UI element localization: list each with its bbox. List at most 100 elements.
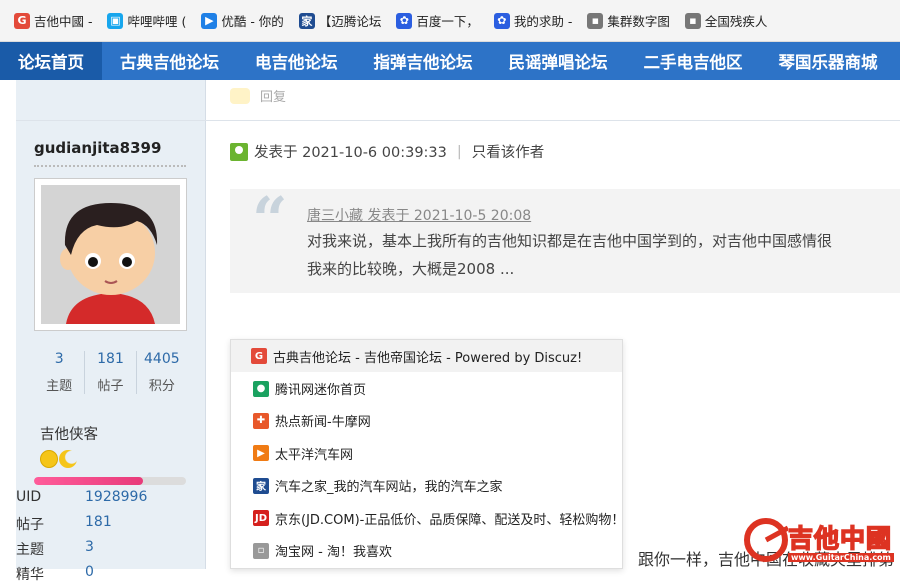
stat-value: 3 [54,351,64,367]
stat-value: 181 [97,351,124,367]
post-header: 发表于 2021-10-6 00:39:33 | 只看该作者 [230,141,544,162]
forum-nav: 论坛首页 古典吉他论坛 电吉他论坛 指弹吉他论坛 民谣弹唱论坛 二手电吉他区 琴国乐器商城 [0,42,900,80]
dropdown-item[interactable]: ▫ 淘宝网 - 淘！我喜欢 [231,534,622,566]
dropdown-item-label: 京东(JD.COM)-正品低价、品质保障、配送及时、轻松购物！ [275,512,623,528]
bookmark-item[interactable]: ▣ 哔哩哔哩 ( [101,7,195,35]
avatar[interactable] [34,178,187,331]
info-row: 精华 0 [16,564,94,584]
smiley-icon [40,450,58,468]
jd-icon: JD [253,510,269,527]
avatar-cartoon-icon [41,185,180,324]
pcauto-icon: ▶ [253,445,269,462]
rank-emoji [40,450,77,468]
post-time: 发表于 2021-10-6 00:39:33 [254,145,447,161]
info-key: 帖子 [16,517,44,533]
nav-item[interactable]: 古典吉他论坛 [102,42,237,80]
reply-icon [230,87,250,104]
baidu-paw-icon: ✿ [493,12,510,29]
dropdown-item-label: 腾讯网迷你首页 [275,383,367,399]
dropdown-item[interactable]: G 古典吉他论坛 - 吉他帝国论坛 - Powered by Discuz! [231,340,622,373]
bilibili-tv-icon: ▣ [107,12,124,29]
stat-label: 主题 [46,379,73,394]
dropdown-item-label: 太平洋汽车网 [275,447,354,463]
info-key: 主题 [16,542,44,558]
level-progress-fill [34,477,144,485]
author-username[interactable]: gudianjita8399 [34,139,161,157]
bookmark-label: 【迈腾论坛 [318,14,382,29]
nav-item[interactable]: 论坛首页 [0,42,102,80]
stat-value: 4405 [144,351,180,367]
dropdown-item[interactable]: JD 京东(JD.COM)-正品低价、品质保障、配送及时、轻松购物！ [231,502,622,534]
nav-item[interactable]: 指弹吉他论坛 [356,42,491,80]
tencent-icon: ● [253,380,269,397]
info-value[interactable]: 0 [85,564,94,584]
file-icon: ▪ [587,12,604,29]
watermark-url: www.GuitarChina.com [788,552,894,562]
quote-line: 我来的比较晚，大概是2008 ... [307,260,515,278]
only-author-link[interactable]: 只看该作者 [472,141,545,162]
guitar-icon: G [14,12,30,29]
divider [34,165,186,167]
info-row: 帖子 181 [16,514,112,534]
reply-button[interactable]: 回复 [230,86,286,105]
nav-item[interactable]: 琴国乐器商城 [761,42,896,80]
bookmarks-bar: G 吉他中國 - ▣ 哔哩哔哩 (▶ 优酷 - 你的家【迈腾论坛 ✿ 百度一下， ✿ 我的求助 … [0,0,900,42]
guitar-icon: G [251,348,267,365]
file-icon: ▫ [253,542,269,559]
info-row: 主题 3 [16,539,94,559]
guitar-logo-icon [744,518,788,562]
quote-block: “ 唐三小藏 发表于 2021-10-5 20:08 对我来说，基本上我所有的吉… [230,189,900,293]
nav-item[interactable]: 电吉他论坛 [237,42,356,80]
bookmark-item[interactable]: G 吉他中國 - [8,7,101,35]
stat-item[interactable]: 3 主题 [34,351,86,394]
dropdown-item[interactable]: 家汽车之家_我的汽车网站，我的汽车之家 [231,470,622,502]
bookmark-label: 集群数字图 [607,14,670,29]
info-key: 精华 [16,567,44,583]
bookmark-item[interactable]: ▶ 优酷 - 你的 [195,7,292,35]
dropdown-item[interactable]: ✚ 热点新闻-牛摩网 [231,405,622,437]
baidu-paw-icon: ✿ [396,12,413,29]
bookmark-item[interactable]: ✿ 我的求助 - [488,7,581,35]
info-key: UID [16,489,42,505]
stat-label: 积分 [148,379,175,394]
bookmark-item[interactable]: ▪ 集群数字图 [581,7,679,35]
user-rank: 吉他侠客 [40,427,98,443]
bookmark-label: 吉他中國 - [34,14,93,29]
reply-label: 回复 [260,90,287,105]
quote-icon: “ [252,189,288,256]
bookmark-label: 优酷 - 你的 [221,14,284,29]
separator: | [456,143,462,160]
autohome-icon: 家 [298,12,315,29]
watermark: 吉他中國 www.GuitarChina.com [744,518,894,562]
dropdown-item-label: 热点新闻-牛摩网 [275,415,371,431]
author-stats: 3 主题 181 帖子 4405 积分 [34,351,187,394]
dropdown-item-label: 汽车之家_我的汽车网站，我的汽车之家 [275,480,503,496]
nav-item[interactable]: 二手电吉他区 [626,42,761,80]
bookmark-label: 哔哩哔哩 ( [127,14,187,29]
level-progress-bar [34,477,186,485]
dropdown-item[interactable]: ▶ 太平洋汽车网 [231,437,622,469]
bookmark-item[interactable]: 家【迈腾论坛 [293,7,391,35]
stat-item[interactable]: 4405 积分 [137,351,187,394]
bookmark-label: 全国残疾人 [704,14,768,29]
dropdown-item[interactable]: ● 腾讯网迷你首页 [231,372,622,404]
bookmark-label: 我的求助 - [513,14,573,29]
info-value[interactable]: 181 [85,514,112,534]
bookmark-item[interactable]: ✿ 百度一下， [390,7,488,35]
divider [16,120,900,121]
moon-icon [59,450,77,468]
info-value[interactable]: 1928996 [85,489,147,505]
user-icon [230,142,248,161]
info-value[interactable]: 3 [85,539,94,559]
stat-label: 帖子 [97,379,124,394]
youku-icon: ▶ [201,12,218,29]
bookmark-dropdown: G 古典吉他论坛 - 吉他帝国论坛 - Powered by Discuz! ● 腾讯… [230,339,623,569]
dropdown-item-label: 淘宝网 - 淘！我喜欢 [275,545,392,561]
stat-item[interactable]: 181 帖子 [85,351,137,394]
quote-line: 对我来说，基本上我所有的吉他知识都是在吉他中国学到的，对吉他中国感情很 [307,232,833,250]
quote-source-link[interactable]: 唐三小藏 发表于 2021-10-5 20:08 [307,205,531,225]
bookmark-item[interactable]: ▪ 全国残疾人 [679,7,777,35]
info-row: UID 1928996 [16,489,147,505]
file-icon: ▪ [684,12,701,29]
nav-item[interactable]: 民谣弹唱论坛 [491,42,626,80]
